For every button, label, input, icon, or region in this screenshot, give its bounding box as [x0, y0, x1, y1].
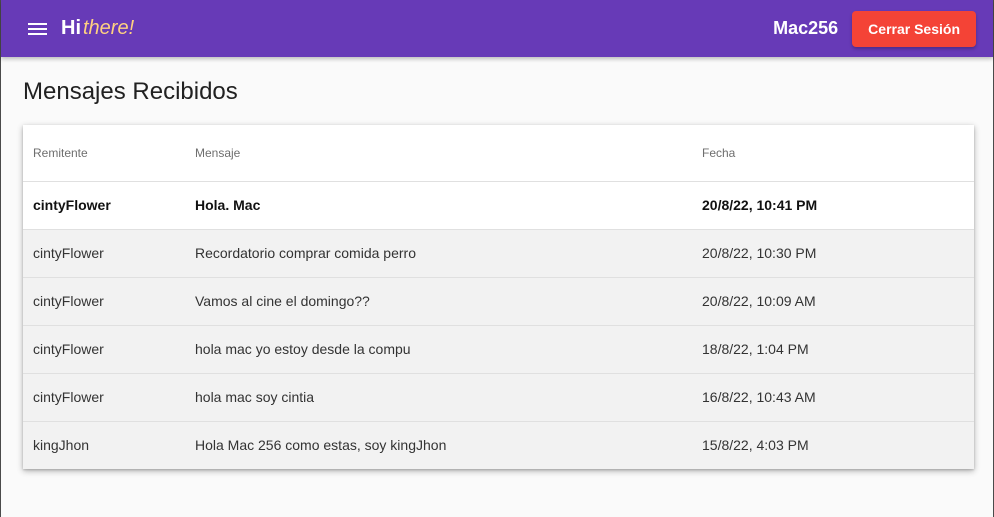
logout-button[interactable]: Cerrar Sesión	[852, 10, 976, 47]
cell-message: Hola Mac 256 como estas, soy kingJhon	[195, 437, 447, 454]
table-body: cintyFlower Hola. Mac 20/8/22, 10:41 PM cin…	[23, 181, 974, 469]
table-row[interactable]: cintyFlower Hola. Mac 20/8/22, 10:41 PM	[23, 181, 974, 230]
cell-sender: cintyFlower	[23, 325, 195, 374]
cell-sender: cintyFlower	[23, 373, 195, 422]
cell-date: 20/8/22, 10:41 PM	[702, 181, 974, 230]
cell-message: hola mac soy cintia	[195, 373, 702, 422]
top-toolbar: Hi there! Mac256 Cerrar Sesión	[1, 0, 993, 57]
cell-sender: cintyFlower	[23, 181, 195, 230]
username-label: Mac256	[773, 18, 839, 38]
messages-table: Remitente Mensaje Fecha cintyFlower Hola.…	[23, 125, 974, 469]
cell-date: 20/8/22, 10:30 PM	[702, 229, 974, 278]
table-row[interactable]: cintyFlower hola mac yo estoy desde la co…	[23, 325, 974, 374]
cell-date: 20/8/22, 10:09 AM	[702, 277, 974, 326]
brand-logo[interactable]: Hi there!	[61, 17, 134, 40]
table-row[interactable]: cintyFlower hola mac soy cintia 16/8/22, 1…	[23, 373, 974, 422]
cell-date: 16/8/22, 10:43 AM	[702, 373, 974, 422]
table-row[interactable]: kingJhon Hola Mac 256 como estas, soy kin…	[23, 421, 974, 469]
column-header-date[interactable]: Fecha	[702, 125, 974, 182]
cell-date: 18/8/22, 1:04 PM	[702, 325, 974, 374]
cell-message: Recordatorio comprar comida perro	[195, 229, 702, 278]
cell-message: hola mac yo estoy desde la compu	[195, 325, 702, 374]
cell-date: 15/8/22, 4:03 PM	[702, 437, 809, 454]
table-row[interactable]: cintyFlower Vamos al cine el domingo?? 20/…	[23, 277, 974, 326]
brand-hi: Hi	[61, 17, 81, 39]
brand-there: there!	[83, 17, 135, 39]
column-header-message[interactable]: Mensaje	[195, 125, 702, 182]
cell-message: Hola. Mac	[195, 181, 702, 230]
cell-message: Vamos al cine el domingo??	[195, 277, 702, 326]
table-header-row: Remitente Mensaje Fecha	[23, 125, 974, 182]
table-row[interactable]: cintyFlower Recordatorio comprar comida p…	[23, 229, 974, 278]
page-title: Mensajes Recibidos	[23, 78, 238, 105]
messages-table-card: Remitente Mensaje Fecha cintyFlower Hola.…	[23, 125, 974, 469]
cell-sender: cintyFlower	[23, 277, 195, 326]
app-frame: Hi there! Mac256 Cerrar Sesión Mensajes …	[0, 0, 994, 517]
cell-sender: kingJhon	[33, 437, 90, 454]
column-header-sender[interactable]: Remitente	[23, 125, 195, 182]
cell-sender: cintyFlower	[23, 229, 195, 278]
menu-icon[interactable]	[28, 21, 50, 37]
